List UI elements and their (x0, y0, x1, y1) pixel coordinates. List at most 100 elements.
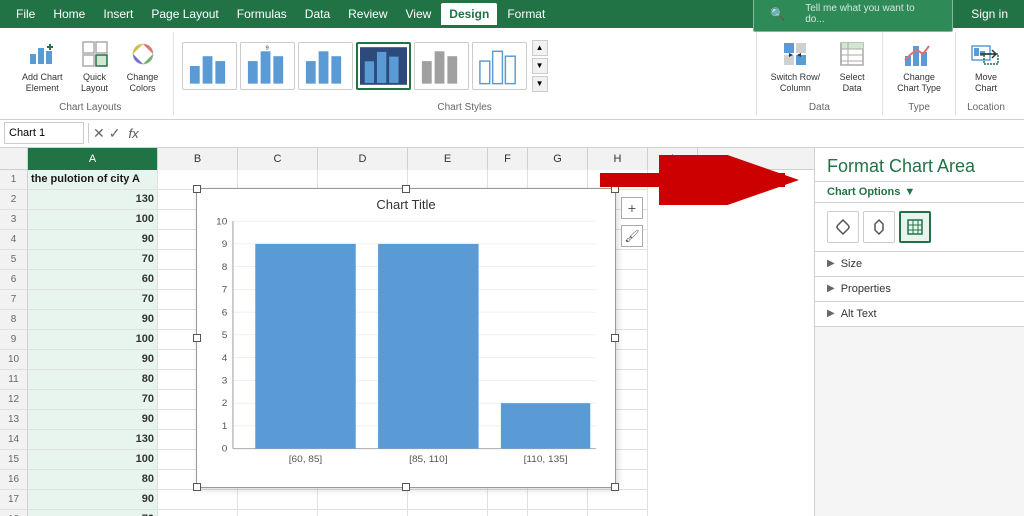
change-chart-type-button[interactable]: ChangeChart Type (891, 34, 947, 98)
cell-18-A[interactable]: 70 (28, 510, 158, 516)
cell-1-G[interactable] (528, 170, 588, 190)
chart-add-element-button[interactable]: + (621, 197, 643, 219)
chart-handle-tl[interactable] (193, 185, 201, 193)
chart-style-4[interactable] (356, 42, 411, 90)
chart-handle-tm[interactable] (402, 185, 410, 193)
cell-1-C[interactable] (238, 170, 318, 190)
col-header-f[interactable]: F (488, 148, 528, 170)
chart-style-1[interactable] (182, 42, 237, 90)
size-section[interactable]: ▶ Size (815, 252, 1024, 277)
chart-styles-label: Chart Styles (437, 98, 491, 113)
cell-9-A[interactable]: 100 (28, 330, 158, 350)
menu-data[interactable]: Data (297, 3, 338, 25)
chart-options-dropdown[interactable]: Chart Options ▼ (815, 182, 1024, 203)
cell-17-F[interactable] (488, 490, 528, 510)
col-header-i[interactable]: I (648, 148, 698, 170)
name-box[interactable] (4, 122, 84, 144)
cell-5-A[interactable]: 70 (28, 250, 158, 270)
cell-10-A[interactable]: 90 (28, 350, 158, 370)
chart-container[interactable]: Chart Title 0 1 2 3 4 5 6 7 8 (196, 188, 616, 488)
cell-17-D[interactable] (318, 490, 408, 510)
select-data-button[interactable]: SelectData (830, 34, 874, 98)
cell-18-F[interactable] (488, 510, 528, 516)
col-header-d[interactable]: D (318, 148, 408, 170)
chart-styles-scroll-up[interactable]: ▲ (532, 40, 548, 56)
chart-handle-ml[interactable] (193, 334, 201, 342)
sign-in-link[interactable]: Sign in (963, 3, 1016, 25)
col-header-e[interactable]: E (408, 148, 488, 170)
cell-7-A[interactable]: 70 (28, 290, 158, 310)
cell-17-G[interactable] (528, 490, 588, 510)
col-header-h[interactable]: H (588, 148, 648, 170)
properties-section[interactable]: ▶ Properties (815, 277, 1024, 302)
alt-text-section[interactable]: ▶ Alt Text (815, 302, 1024, 327)
cell-2-A[interactable]: 130 (28, 190, 158, 210)
menu-view[interactable]: View (398, 3, 440, 25)
chart-style-6[interactable] (472, 42, 527, 90)
cell-14-A[interactable]: 130 (28, 430, 158, 450)
cell-4-A[interactable]: 90 (28, 230, 158, 250)
menu-review[interactable]: Review (340, 3, 395, 25)
cell-13-A[interactable]: 90 (28, 410, 158, 430)
change-chart-type-label: ChangeChart Type (897, 72, 941, 94)
quick-layout-button[interactable]: QuickLayout (73, 34, 117, 98)
menu-file[interactable]: File (8, 3, 43, 25)
add-chart-element-button[interactable]: Add ChartElement (16, 34, 69, 98)
switch-row-column-button[interactable]: Switch Row/Column (765, 34, 827, 98)
cell-15-A[interactable]: 100 (28, 450, 158, 470)
menu-formulas[interactable]: Formulas (229, 3, 295, 25)
cancel-icon[interactable]: ✕ (93, 125, 105, 142)
chart-styles-scroll-down[interactable]: ▼ (532, 58, 548, 74)
move-chart-button[interactable]: MoveChart (964, 34, 1008, 98)
cell-18-B[interactable] (158, 510, 238, 516)
change-colors-button[interactable]: ChangeColors (121, 34, 165, 98)
col-header-a[interactable]: A (28, 148, 158, 170)
chart-style-3[interactable] (298, 42, 353, 90)
chart-handle-br[interactable] (611, 483, 619, 491)
chart-style-button[interactable]: 🖌 (621, 225, 643, 247)
col-header-b[interactable]: B (158, 148, 238, 170)
fill-effects-button[interactable] (827, 211, 859, 243)
cell-17-H[interactable] (588, 490, 648, 510)
cell-18-E[interactable] (408, 510, 488, 516)
cell-17-E[interactable] (408, 490, 488, 510)
cell-6-A[interactable]: 60 (28, 270, 158, 290)
chart-styles-more[interactable]: ▼ (532, 76, 548, 92)
data-label: Data (809, 98, 830, 113)
chart-handle-tr[interactable] (611, 185, 619, 193)
cell-8-A[interactable]: 90 (28, 310, 158, 330)
col-header-c[interactable]: C (238, 148, 318, 170)
chart-style-2[interactable]: 99 (240, 42, 295, 90)
cell-12-A[interactable]: 70 (28, 390, 158, 410)
cell-3-A[interactable]: 100 (28, 210, 158, 230)
cell-18-G[interactable] (528, 510, 588, 516)
col-header-g[interactable]: G (528, 148, 588, 170)
cell-17-B[interactable] (158, 490, 238, 510)
chart-handle-bl[interactable] (193, 483, 201, 491)
menu-format[interactable]: Format (499, 3, 553, 25)
cell-18-H[interactable] (588, 510, 648, 516)
confirm-icon[interactable]: ✓ (109, 125, 121, 142)
cell-1-F[interactable] (488, 170, 528, 190)
svg-text:5: 5 (222, 330, 228, 341)
chart-options-icon-button[interactable] (899, 211, 931, 243)
cell-1-D[interactable] (318, 170, 408, 190)
menu-insert[interactable]: Insert (95, 3, 141, 25)
cell-1-A[interactable]: the pulotion of city A (28, 170, 158, 190)
cell-17-C[interactable] (238, 490, 318, 510)
formula-bar-icons: ✕ ✓ (93, 125, 120, 142)
cell-18-C[interactable] (238, 510, 318, 516)
shape-effects-button[interactable] (863, 211, 895, 243)
chart-handle-mr[interactable] (611, 334, 619, 342)
cell-16-A[interactable]: 80 (28, 470, 158, 490)
cell-11-A[interactable]: 80 (28, 370, 158, 390)
cell-18-D[interactable] (318, 510, 408, 516)
chart-style-5[interactable] (414, 42, 469, 90)
cell-17-A[interactable]: 90 (28, 490, 158, 510)
menu-page-layout[interactable]: Page Layout (143, 3, 226, 25)
cell-1-E[interactable] (408, 170, 488, 190)
menu-design[interactable]: Design (441, 3, 497, 25)
search-bar[interactable]: 🔍 Tell me what you want to do... (753, 0, 953, 32)
menu-home[interactable]: Home (45, 3, 93, 25)
chart-handle-bm[interactable] (402, 483, 410, 491)
